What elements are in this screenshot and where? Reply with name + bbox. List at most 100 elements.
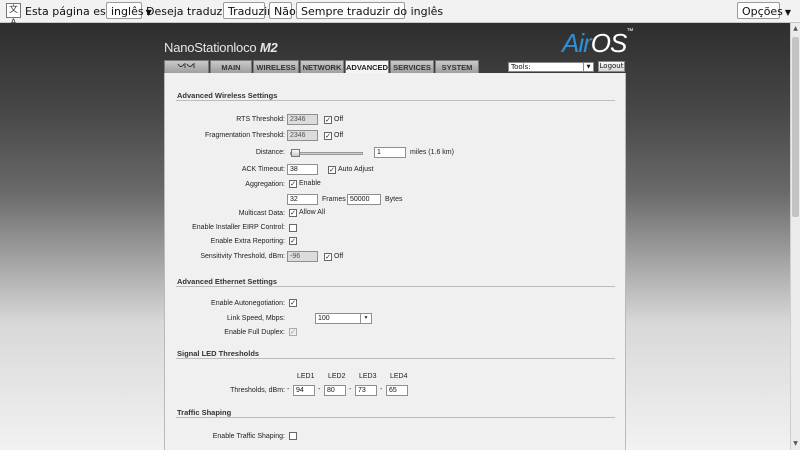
rts-off-label: Off — [334, 116, 344, 123]
ack-timeout-label: ACK Timeout: — [241, 166, 285, 173]
traffic-shaping-label: Enable Traffic Shaping: — [212, 433, 285, 440]
autonegotiation-checkbox[interactable]: ✓ — [289, 299, 297, 307]
tools-label: Tools: — [511, 63, 531, 71]
section-divider — [176, 100, 615, 101]
brand-model: loco — [233, 40, 257, 55]
full-duplex-label: Enable Full Duplex: — [224, 329, 285, 336]
distance-label: Distance: — [255, 149, 285, 156]
tab-advanced[interactable]: ADVANCED — [345, 60, 389, 74]
fragmentation-label: Fragmentation Threshold: — [204, 132, 285, 139]
chevron-down-icon: ▼ — [360, 314, 371, 323]
translate-button[interactable]: Traduzir — [223, 2, 272, 19]
tab-network[interactable]: NETWORK — [300, 60, 344, 73]
section-divider — [176, 417, 615, 418]
distance-input[interactable]: 1 — [374, 147, 406, 158]
airos-logo: AirOS™ — [562, 28, 633, 59]
dash: - — [380, 386, 383, 393]
fragmentation-off-checkbox[interactable]: ✓ — [324, 132, 332, 140]
aggregation-frames-input[interactable]: 32 — [287, 194, 318, 205]
ubiquiti-logo-icon — [177, 63, 194, 68]
multicast-allow-label: Allow All — [299, 209, 326, 216]
logo-tm: ™ — [626, 28, 633, 35]
installer-eirp-checkbox[interactable] — [289, 224, 297, 232]
rts-off-checkbox[interactable]: ✓ — [324, 116, 332, 124]
aggregation-enable-label: Enable — [299, 180, 321, 187]
thresholds-label: Thresholds, dBm: — [230, 387, 285, 394]
sensitivity-off-label: Off — [334, 253, 344, 260]
section-title-ethernet: Advanced Ethernet Settings — [177, 277, 278, 286]
options-button[interactable]: Opções ▼ — [737, 2, 791, 19]
tab-services[interactable]: SERVICES — [390, 60, 434, 73]
sensitivity-input[interactable]: -96 — [287, 251, 318, 262]
extra-reporting-label: Enable Extra Reporting: — [210, 238, 285, 245]
logo-os: OS — [590, 28, 628, 58]
led3-header: LED3 — [359, 373, 377, 380]
multicast-allow-checkbox[interactable]: ✓ — [289, 209, 297, 217]
chevron-down-icon: ▼ — [784, 8, 792, 17]
brand-name: NanoStation — [164, 40, 234, 55]
brand-suffix: M2 — [259, 40, 278, 55]
tools-select[interactable]: Tools: ▼ — [508, 62, 594, 72]
led1-input[interactable]: 94 — [293, 385, 315, 396]
frames-label: Frames — [322, 196, 346, 203]
device-brand: NanoStationloco M2 — [164, 40, 278, 55]
aggregation-enable-checkbox[interactable]: ✓ — [289, 180, 297, 188]
fragmentation-input[interactable]: 2346 — [287, 130, 318, 141]
distance-slider-track[interactable] — [290, 152, 363, 155]
always-translate-button[interactable]: Sempre traduzir do inglês — [296, 2, 443, 19]
link-speed-select[interactable]: 100 ▼ — [315, 313, 372, 324]
section-divider — [176, 286, 615, 287]
translate-bar: 文A Esta página está em inglês▼ Deseja tr… — [0, 0, 800, 28]
led1-header: LED1 — [297, 373, 315, 380]
extra-reporting-checkbox[interactable]: ✓ — [289, 237, 297, 245]
autonegotiation-label: Enable Autonegotiation: — [211, 300, 285, 307]
link-speed-label: Link Speed, Mbps: — [227, 315, 285, 322]
aggregation-bytes-input[interactable]: 50000 — [347, 194, 381, 205]
language-label: inglês — [111, 5, 144, 18]
vertical-scrollbar[interactable]: ▲ ▼ — [790, 23, 800, 450]
distance-slider-handle[interactable] — [291, 149, 300, 157]
logo-air: Air — [562, 28, 592, 58]
link-speed-value: 100 — [318, 315, 330, 322]
chevron-down-icon: ▼ — [583, 63, 593, 71]
led2-input[interactable]: 80 — [324, 385, 346, 396]
ack-auto-adjust-label: Auto Adjust — [338, 166, 374, 173]
scroll-thumb[interactable] — [792, 37, 799, 217]
distance-units: miles (1.6 km) — [410, 149, 454, 156]
dash: - — [287, 386, 290, 393]
options-label: Opções — [742, 5, 783, 18]
section-title-led: Signal LED Thresholds — [177, 349, 260, 358]
scroll-down-icon[interactable]: ▼ — [792, 439, 799, 449]
bytes-label: Bytes — [385, 196, 403, 203]
tab-ubiquiti-logo[interactable] — [164, 60, 209, 73]
traffic-shaping-checkbox[interactable] — [289, 432, 297, 440]
section-title-wireless: Advanced Wireless Settings — [177, 91, 278, 100]
no-button[interactable]: Não — [269, 2, 296, 19]
led4-header: LED4 — [390, 373, 408, 380]
section-divider — [176, 358, 615, 359]
translate-icon: 文A — [6, 3, 21, 28]
dash: - — [349, 386, 352, 393]
tab-wireless[interactable]: WIRELESS — [253, 60, 299, 73]
fragmentation-off-label: Off — [334, 132, 344, 139]
rts-threshold-label: RTS Threshold: — [236, 116, 285, 123]
sensitivity-off-checkbox[interactable]: ✓ — [324, 253, 332, 261]
multicast-label: Multicast Data: — [238, 210, 285, 217]
sensitivity-label: Sensitivity Threshold, dBm: — [200, 253, 285, 260]
scroll-up-icon[interactable]: ▲ — [792, 24, 799, 34]
led3-input[interactable]: 73 — [355, 385, 377, 396]
logout-button[interactable]: Logout — [598, 61, 625, 72]
led4-input[interactable]: 65 — [386, 385, 408, 396]
dash: - — [318, 386, 321, 393]
aggregation-label: Aggregation: — [245, 181, 285, 188]
tab-main[interactable]: MAIN — [210, 60, 252, 73]
led2-header: LED2 — [328, 373, 346, 380]
section-title-shaping: Traffic Shaping — [177, 408, 232, 417]
full-duplex-checkbox[interactable]: ✓ — [289, 328, 297, 336]
ack-auto-adjust-checkbox[interactable]: ✓ — [328, 166, 336, 174]
rts-threshold-input[interactable]: 2346 — [287, 114, 318, 125]
ack-timeout-input[interactable]: 38 — [287, 164, 318, 175]
tab-system[interactable]: SYSTEM — [435, 60, 479, 73]
installer-eirp-label: Enable Installer EIRP Control: — [192, 224, 285, 231]
language-dropdown[interactable]: inglês ▼ — [106, 2, 152, 19]
